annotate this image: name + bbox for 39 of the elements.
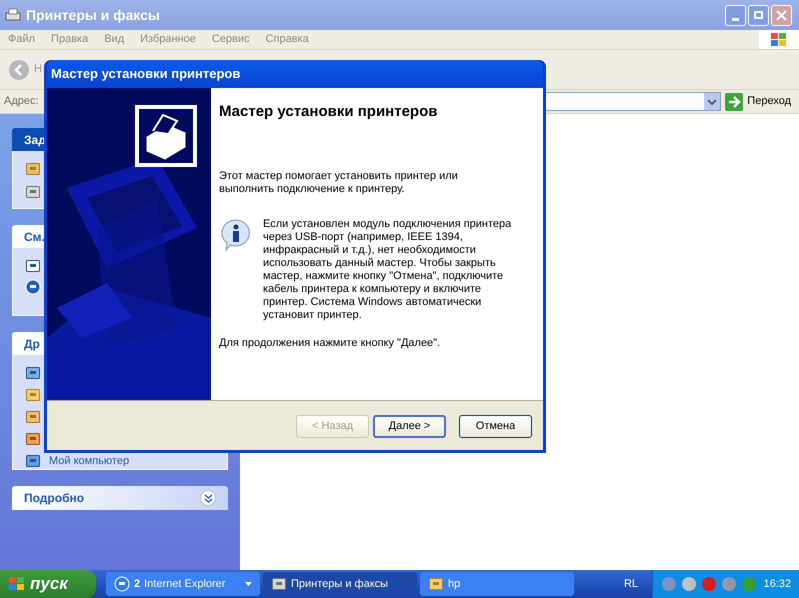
menu-item[interactable]: Избранное xyxy=(132,31,204,48)
menu-item[interactable]: Сервис xyxy=(204,31,258,48)
dialog-title: Мастер установки принтеров xyxy=(51,65,240,84)
back-button[interactable]: Н xyxy=(8,58,42,80)
close-icon xyxy=(776,10,787,20)
dropdown-icon[interactable] xyxy=(704,93,720,110)
address-label: Адрес: xyxy=(4,94,39,110)
caret-icon xyxy=(245,582,252,586)
dialog-button[interactable]: Отмена xyxy=(459,414,532,438)
window-title: Принтеры и факсы xyxy=(26,6,160,25)
details-panel[interactable]: Подробно xyxy=(12,486,228,510)
dialog-button[interactable]: Далее > xyxy=(373,414,446,438)
continue-text: Для продолжения нажмите кнопку "Далее". xyxy=(219,336,442,350)
windows-logo-icon xyxy=(770,32,788,48)
language-indicator[interactable]: RL xyxy=(624,576,638,592)
intro-text: Этот мастер помогает установить принтер или выполнить подключение к принтеру. xyxy=(219,170,459,196)
panel-title: Подробно xyxy=(24,490,84,507)
menu-item[interactable]: Файл xyxy=(0,31,44,48)
go-button[interactable]: Переход xyxy=(725,92,795,110)
taskbar-button[interactable]: 2 Internet Explorer xyxy=(106,572,260,596)
menu-item[interactable]: Вид xyxy=(96,31,132,48)
taskbar-button[interactable]: hp xyxy=(420,572,574,596)
expand-icon[interactable] xyxy=(200,490,216,506)
restore-button[interactable] xyxy=(748,4,769,26)
back-icon xyxy=(8,58,30,80)
clock: 16:32 xyxy=(763,576,791,592)
info-text: Если установлен модуль подключения принтера через USB-порт (например, IEEE 1394, инфракрасный и т.д.), нет необходимости использовать данный мастер. Чтобы закрыть мастер, нажмите кнопку "Отмена", подключите кабель принтера к компьютеру и включите принтер. Система Windows автоматически установит принтер. xyxy=(263,218,512,322)
start-button[interactable]: пуск xyxy=(0,570,96,598)
close-button[interactable] xyxy=(771,4,792,26)
task-link[interactable]: Мой компьютер xyxy=(49,452,130,470)
panel-title: Др xyxy=(24,336,40,352)
menu-item[interactable]: Справка xyxy=(258,31,317,48)
taskbar-button[interactable]: Принтеры и факсы xyxy=(263,572,417,596)
dialog-heading: Мастер установки принтеров xyxy=(219,102,438,122)
arrow-icon xyxy=(725,92,744,110)
windows-logo-icon xyxy=(8,576,26,592)
panel-title: См. xyxy=(24,228,45,246)
minimize-button[interactable] xyxy=(725,4,746,26)
menu-item[interactable]: Правка xyxy=(43,31,96,48)
